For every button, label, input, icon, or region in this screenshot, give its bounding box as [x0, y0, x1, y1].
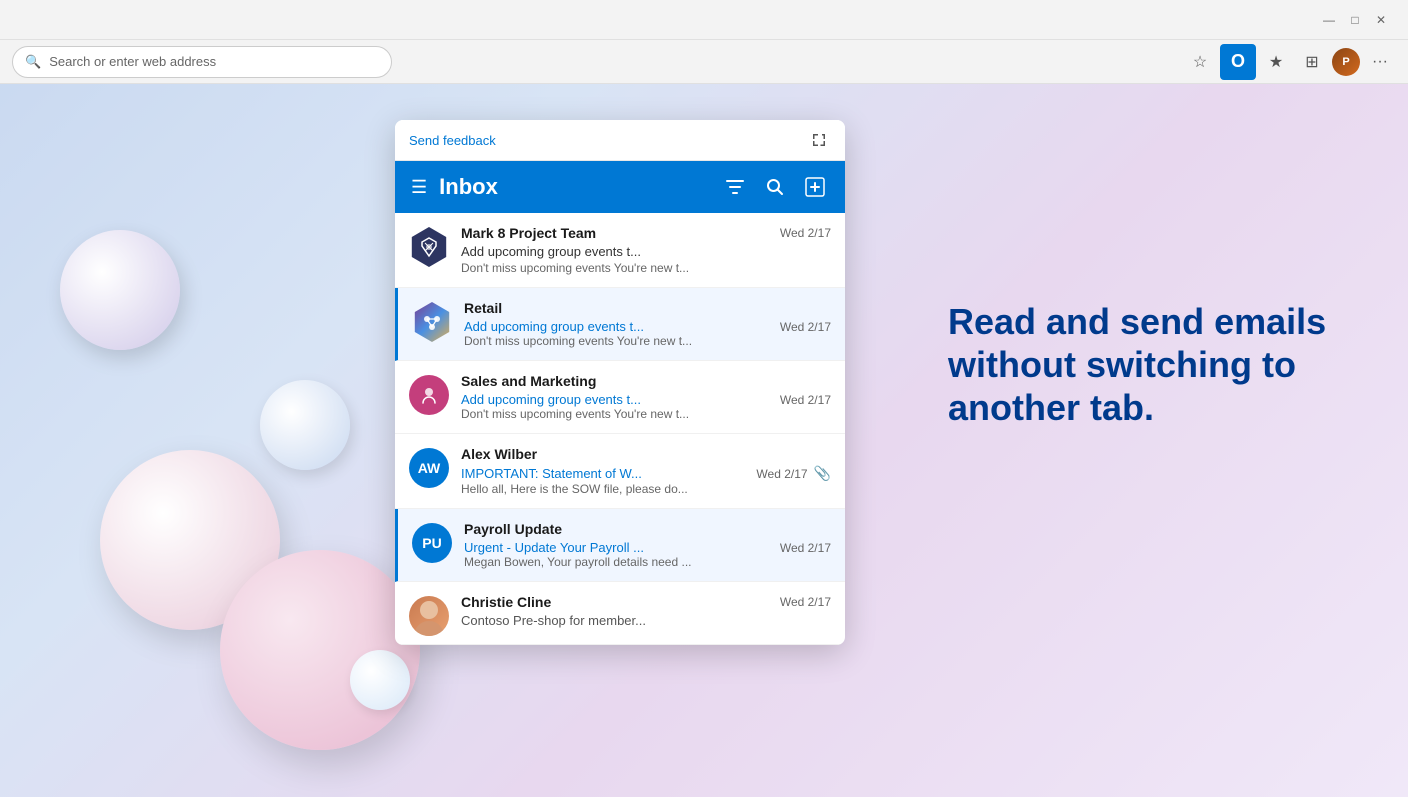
- filter-icon[interactable]: [721, 173, 749, 201]
- mail-content: Christie Cline Wed 2/17 Contoso Pre-shop…: [461, 594, 831, 630]
- mail-subject: Contoso Pre-shop for member...: [461, 613, 831, 628]
- mail-subject: Add upcoming group events t...: [461, 244, 831, 259]
- mail-date: Wed 2/17: [780, 541, 831, 555]
- avatar: [409, 227, 449, 267]
- mail-subject: Add upcoming group events t...: [461, 392, 774, 407]
- mail-preview: Don't miss upcoming events You're new t.…: [461, 261, 831, 275]
- browser-window: — □ ✕ 🔍 Search or enter web address ☆ O …: [0, 0, 1408, 84]
- mail-date: Wed 2/17: [780, 393, 831, 407]
- mail-list: Mark 8 Project Team Wed 2/17 Add upcomin…: [395, 213, 845, 645]
- search-icon: 🔍: [25, 54, 41, 70]
- minimize-button[interactable]: —: [1322, 13, 1336, 27]
- mail-item[interactable]: Mark 8 Project Team Wed 2/17 Add upcomin…: [395, 213, 845, 288]
- mail-date: Wed 2/17: [756, 467, 807, 481]
- promo-heading: Read and send emails without switching t…: [948, 300, 1328, 430]
- inbox-actions: [721, 173, 829, 201]
- promo-text-block: Read and send emails without switching t…: [948, 300, 1328, 430]
- mail-item[interactable]: PU Payroll Update Urgent - Update Your P…: [395, 509, 845, 582]
- sender-name: Alex Wilber: [461, 446, 537, 462]
- avatar: PU: [412, 523, 452, 563]
- compose-icon[interactable]: [801, 173, 829, 201]
- mail-item[interactable]: Sales and Marketing Add upcoming group e…: [395, 361, 845, 434]
- avatar: [409, 596, 449, 636]
- attachment-icon: 📎: [814, 465, 831, 482]
- search-placeholder: Search or enter web address: [49, 54, 216, 69]
- outlook-sidebar-panel: Send feedback ☰ Inbox: [395, 120, 845, 645]
- immersive-reader-icon[interactable]: ⊞: [1296, 46, 1328, 78]
- mail-subject: IMPORTANT: Statement of W...: [461, 466, 750, 481]
- search-icon[interactable]: [761, 173, 789, 201]
- sender-name: Mark 8 Project Team: [461, 225, 596, 241]
- collections-icon[interactable]: ★: [1260, 46, 1292, 78]
- browser-toolbar: 🔍 Search or enter web address ☆ O ★ ⊞ P …: [0, 40, 1408, 84]
- send-feedback-link[interactable]: Send feedback: [409, 133, 496, 148]
- mail-preview: Hello all, Here is the SOW file, please …: [461, 482, 831, 496]
- mail-preview: Don't miss upcoming events You're new t.…: [461, 407, 831, 421]
- mail-content: Sales and Marketing Add upcoming group e…: [461, 373, 831, 421]
- inbox-title: Inbox: [439, 174, 709, 200]
- close-button[interactable]: ✕: [1374, 13, 1388, 27]
- mail-date: Wed 2/17: [780, 226, 831, 240]
- sender-name: Christie Cline: [461, 594, 551, 610]
- browser-titlebar: — □ ✕: [0, 0, 1408, 40]
- panel-topbar: Send feedback: [395, 120, 845, 161]
- mail-content: Payroll Update Urgent - Update Your Payr…: [464, 521, 831, 569]
- mail-item[interactable]: Christie Cline Wed 2/17 Contoso Pre-shop…: [395, 582, 845, 645]
- avatar-initials: AW: [418, 460, 441, 476]
- avatar: [409, 375, 449, 415]
- expand-panel-button[interactable]: [807, 128, 831, 152]
- outlook-tab-icon[interactable]: O: [1220, 44, 1256, 80]
- mail-content: Mark 8 Project Team Wed 2/17 Add upcomin…: [461, 225, 831, 275]
- mail-preview: Don't miss upcoming events You're new t.…: [464, 334, 831, 348]
- restore-button[interactable]: □: [1348, 13, 1362, 27]
- mail-content: Alex Wilber IMPORTANT: Statement of W...…: [461, 446, 831, 496]
- more-options-icon[interactable]: ···: [1364, 46, 1396, 78]
- toolbar-icons: ☆ O ★ ⊞ P ···: [1184, 44, 1396, 80]
- mail-preview: Megan Bowen, Your payroll details need .…: [464, 555, 831, 569]
- inbox-header: ☰ Inbox: [395, 161, 845, 213]
- avatar: AW: [409, 448, 449, 488]
- mail-item[interactable]: Retail Add upcoming group events t... We…: [395, 288, 845, 361]
- mail-item[interactable]: AW Alex Wilber IMPORTANT: Statement of W…: [395, 434, 845, 509]
- profile-avatar[interactable]: P: [1332, 48, 1360, 76]
- sender-name: Sales and Marketing: [461, 373, 596, 389]
- avatar: [412, 302, 452, 342]
- mail-content: Retail Add upcoming group events t... We…: [464, 300, 831, 348]
- address-bar[interactable]: 🔍 Search or enter web address: [12, 46, 392, 78]
- mail-subject: Urgent - Update Your Payroll ...: [464, 540, 774, 555]
- sender-name: Payroll Update: [464, 521, 562, 537]
- avatar-initials: PU: [422, 535, 441, 551]
- mail-date: Wed 2/17: [780, 595, 831, 609]
- favorites-icon[interactable]: ☆: [1184, 46, 1216, 78]
- mail-date: Wed 2/17: [780, 320, 831, 334]
- hamburger-menu-icon[interactable]: ☰: [411, 177, 427, 198]
- mail-subject: Add upcoming group events t...: [464, 319, 774, 334]
- sender-name: Retail: [464, 300, 502, 316]
